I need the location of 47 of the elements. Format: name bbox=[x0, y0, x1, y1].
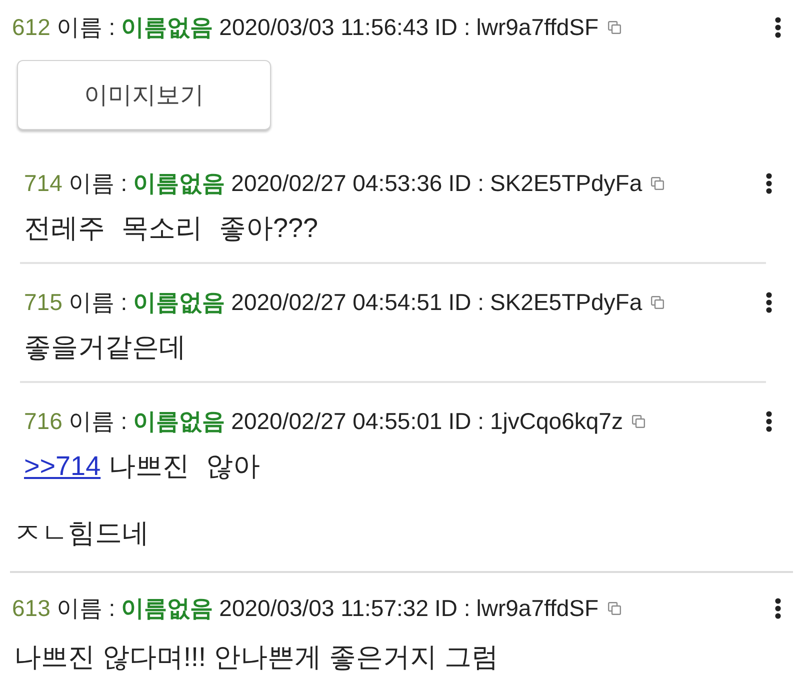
name-label: 이름 : bbox=[56, 594, 116, 622]
post-body: ㅈㄴ힘드네 bbox=[13, 517, 150, 550]
id-label: ID : bbox=[448, 408, 484, 434]
name-label: 이름 : bbox=[68, 406, 128, 436]
reply-link[interactable]: >>714 bbox=[24, 451, 101, 481]
user-id: lwr9a7ffdSF bbox=[476, 594, 599, 622]
post-body: 좋을거같은데 bbox=[24, 331, 187, 364]
name-label: 이름 : bbox=[56, 12, 116, 42]
author-name: 이름없음 bbox=[121, 594, 214, 622]
user-id: 1jvCqo6kq7z bbox=[490, 408, 623, 434]
id-label: ID : bbox=[448, 170, 484, 196]
post-body: 나쁘진 않다며!!! 안나쁜게 좋은거지 그럼 bbox=[13, 641, 500, 674]
post-number: 613 bbox=[12, 594, 50, 622]
post-number: 715 bbox=[24, 288, 62, 316]
post-date: 2020/02/27 04:54:51 bbox=[231, 288, 442, 316]
copy-icon[interactable] bbox=[632, 414, 645, 428]
post-number: 714 bbox=[24, 170, 62, 196]
view-image-button[interactable]: 이미지보기 bbox=[17, 60, 271, 130]
more-menu-icon[interactable] bbox=[775, 598, 781, 618]
more-menu-icon[interactable] bbox=[766, 410, 772, 432]
id-label: ID : bbox=[434, 14, 470, 40]
user-id: SK2E5TPdyFa bbox=[490, 288, 642, 316]
more-menu-icon[interactable] bbox=[766, 172, 772, 194]
post-number: 612 bbox=[12, 14, 50, 40]
post-number: 716 bbox=[24, 408, 62, 434]
post-date: 2020/03/03 11:57:32 bbox=[219, 594, 428, 622]
user-id: SK2E5TPdyFa bbox=[490, 170, 642, 196]
author-name: 이름없음 bbox=[133, 168, 226, 198]
copy-icon[interactable] bbox=[651, 296, 664, 308]
more-menu-icon[interactable] bbox=[766, 292, 772, 312]
author-name: 이름없음 bbox=[121, 12, 214, 42]
name-label: 이름 : bbox=[68, 168, 128, 198]
post-date: 2020/02/27 04:53:36 bbox=[231, 170, 442, 196]
copy-icon[interactable] bbox=[651, 176, 664, 190]
post-body: 전레주 목소리 좋아??? bbox=[24, 212, 320, 245]
copy-icon[interactable] bbox=[608, 20, 621, 34]
user-id: lwr9a7ffdSF bbox=[476, 14, 599, 40]
post-date: 2020/02/27 04:55:01 bbox=[231, 408, 442, 434]
author-name: 이름없음 bbox=[133, 288, 226, 316]
author-name: 이름없음 bbox=[133, 406, 226, 436]
copy-icon[interactable] bbox=[608, 602, 621, 614]
more-menu-icon[interactable] bbox=[775, 16, 781, 38]
id-label: ID : bbox=[448, 288, 484, 316]
id-label: ID : bbox=[434, 594, 470, 622]
post-body: >>714 나쁘진 않아 bbox=[24, 450, 262, 483]
post-date: 2020/03/03 11:56:43 bbox=[219, 14, 428, 40]
name-label: 이름 : bbox=[68, 288, 128, 316]
